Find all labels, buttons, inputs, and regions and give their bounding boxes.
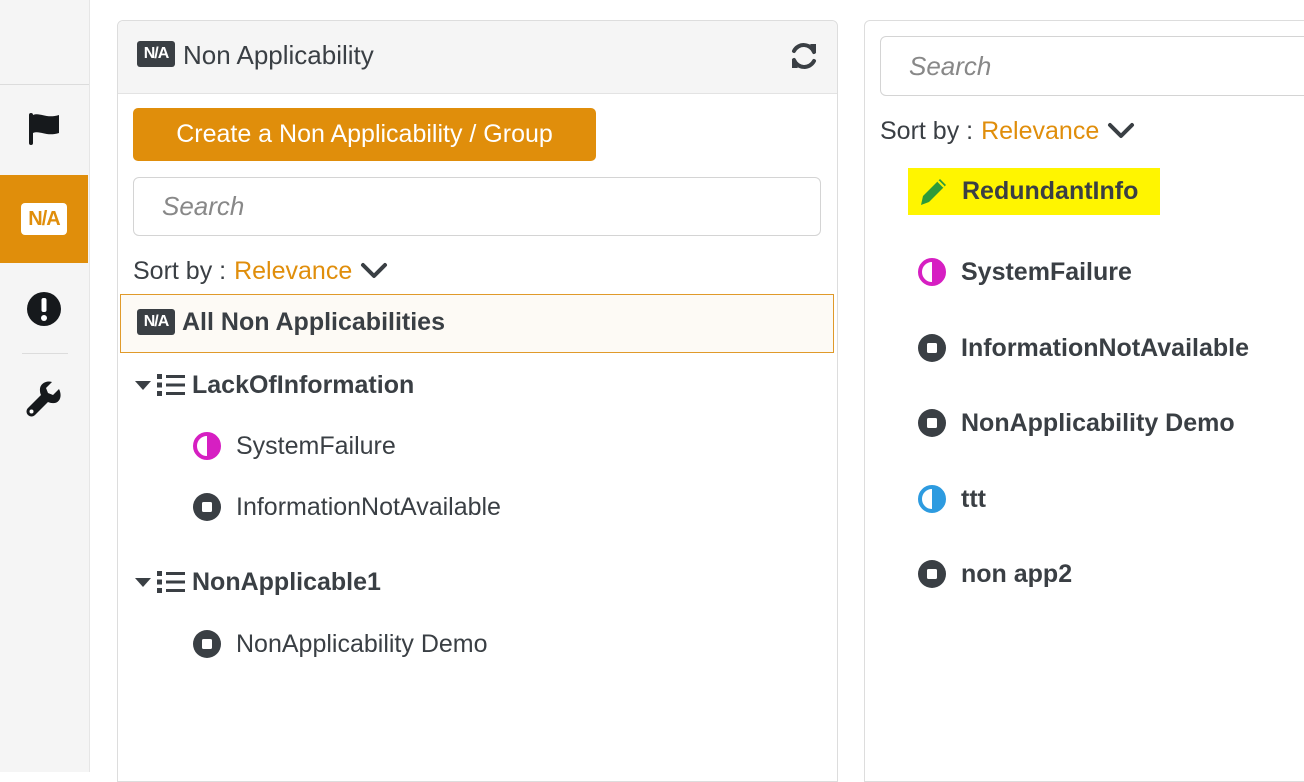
list-icon [157, 374, 185, 396]
stop-circle-icon [918, 560, 946, 588]
list-item[interactable]: ttt [918, 483, 986, 515]
rail-alert-button[interactable] [0, 265, 88, 353]
rail-flag-button[interactable] [0, 85, 88, 173]
caret-down-icon [135, 578, 151, 587]
chevron-down-icon [1108, 123, 1135, 138]
group-label: LackOfInformation [192, 370, 415, 399]
right-search-input[interactable] [880, 36, 1304, 96]
item-label: SystemFailure [236, 431, 396, 460]
tree-group-row[interactable]: LackOfInformation [134, 368, 414, 402]
rail-settings-button[interactable] [0, 355, 88, 443]
half-circle-icon [193, 432, 221, 460]
panel-title: Non Applicability [183, 40, 374, 70]
pen-icon [921, 178, 946, 205]
rail-divider-2 [22, 353, 68, 354]
group-label: NonApplicable1 [192, 567, 381, 596]
left-sort-by[interactable]: Sort by : Relevance [133, 255, 388, 287]
item-label: non app2 [961, 559, 1073, 588]
stop-circle-icon [918, 409, 946, 437]
caret-down-icon [135, 381, 151, 390]
item-label: ttt [961, 484, 986, 513]
item-label: InformationNotAvailable [961, 333, 1249, 362]
tree-item-row[interactable]: SystemFailure [193, 430, 396, 462]
refresh-button[interactable] [788, 40, 820, 72]
item-label: NonApplicability Demo [961, 408, 1235, 437]
left-search-input[interactable] [133, 177, 821, 236]
create-non-applicability-button[interactable]: Create a Non Applicability / Group [133, 108, 596, 161]
side-rail: N/A [0, 0, 90, 772]
item-label: InformationNotAvailable [236, 492, 501, 521]
all-non-applicabilities-row[interactable]: N/A All Non Applicabilities [120, 294, 834, 353]
right-sort-by[interactable]: Sort by : Relevance [880, 115, 1135, 147]
list-item[interactable]: SystemFailure [918, 256, 1132, 288]
chevron-down-icon [361, 263, 388, 278]
stop-circle-icon [918, 334, 946, 362]
stop-circle-icon [193, 630, 221, 658]
sort-label: Sort by : [880, 116, 974, 145]
na-badge-icon: N/A [137, 41, 175, 67]
all-non-applicabilities-label: All Non Applicabilities [182, 308, 445, 336]
tree-item-row[interactable]: InformationNotAvailable [193, 491, 501, 523]
sort-value: Relevance [234, 256, 353, 285]
list-item-highlighted[interactable]: RedundantInfo [908, 168, 1160, 215]
flag-icon [29, 113, 59, 145]
sort-label: Sort by : [133, 256, 227, 285]
list-icon [157, 571, 185, 593]
rail-na-button[interactable]: N/A [0, 175, 88, 263]
list-item[interactable]: non app2 [918, 558, 1072, 590]
refresh-icon [792, 43, 816, 69]
na-badge-icon: N/A [137, 309, 175, 335]
item-label: SystemFailure [961, 257, 1132, 286]
alert-icon [27, 292, 61, 326]
list-item[interactable]: InformationNotAvailable [918, 332, 1249, 364]
wrench-icon [26, 381, 61, 417]
half-circle-icon [918, 258, 946, 286]
panel-header: N/A Non Applicability [118, 21, 837, 94]
tree-item-row[interactable]: NonApplicability Demo [193, 628, 488, 660]
na-icon: N/A [21, 203, 67, 235]
tree-group-row[interactable]: NonApplicable1 [134, 565, 381, 599]
item-label: NonApplicability Demo [236, 629, 488, 658]
sort-value: Relevance [981, 116, 1100, 145]
stop-circle-icon [193, 493, 221, 521]
half-circle-icon [918, 485, 946, 513]
list-item[interactable]: NonApplicability Demo [918, 407, 1235, 439]
item-label: RedundantInfo [962, 177, 1139, 205]
